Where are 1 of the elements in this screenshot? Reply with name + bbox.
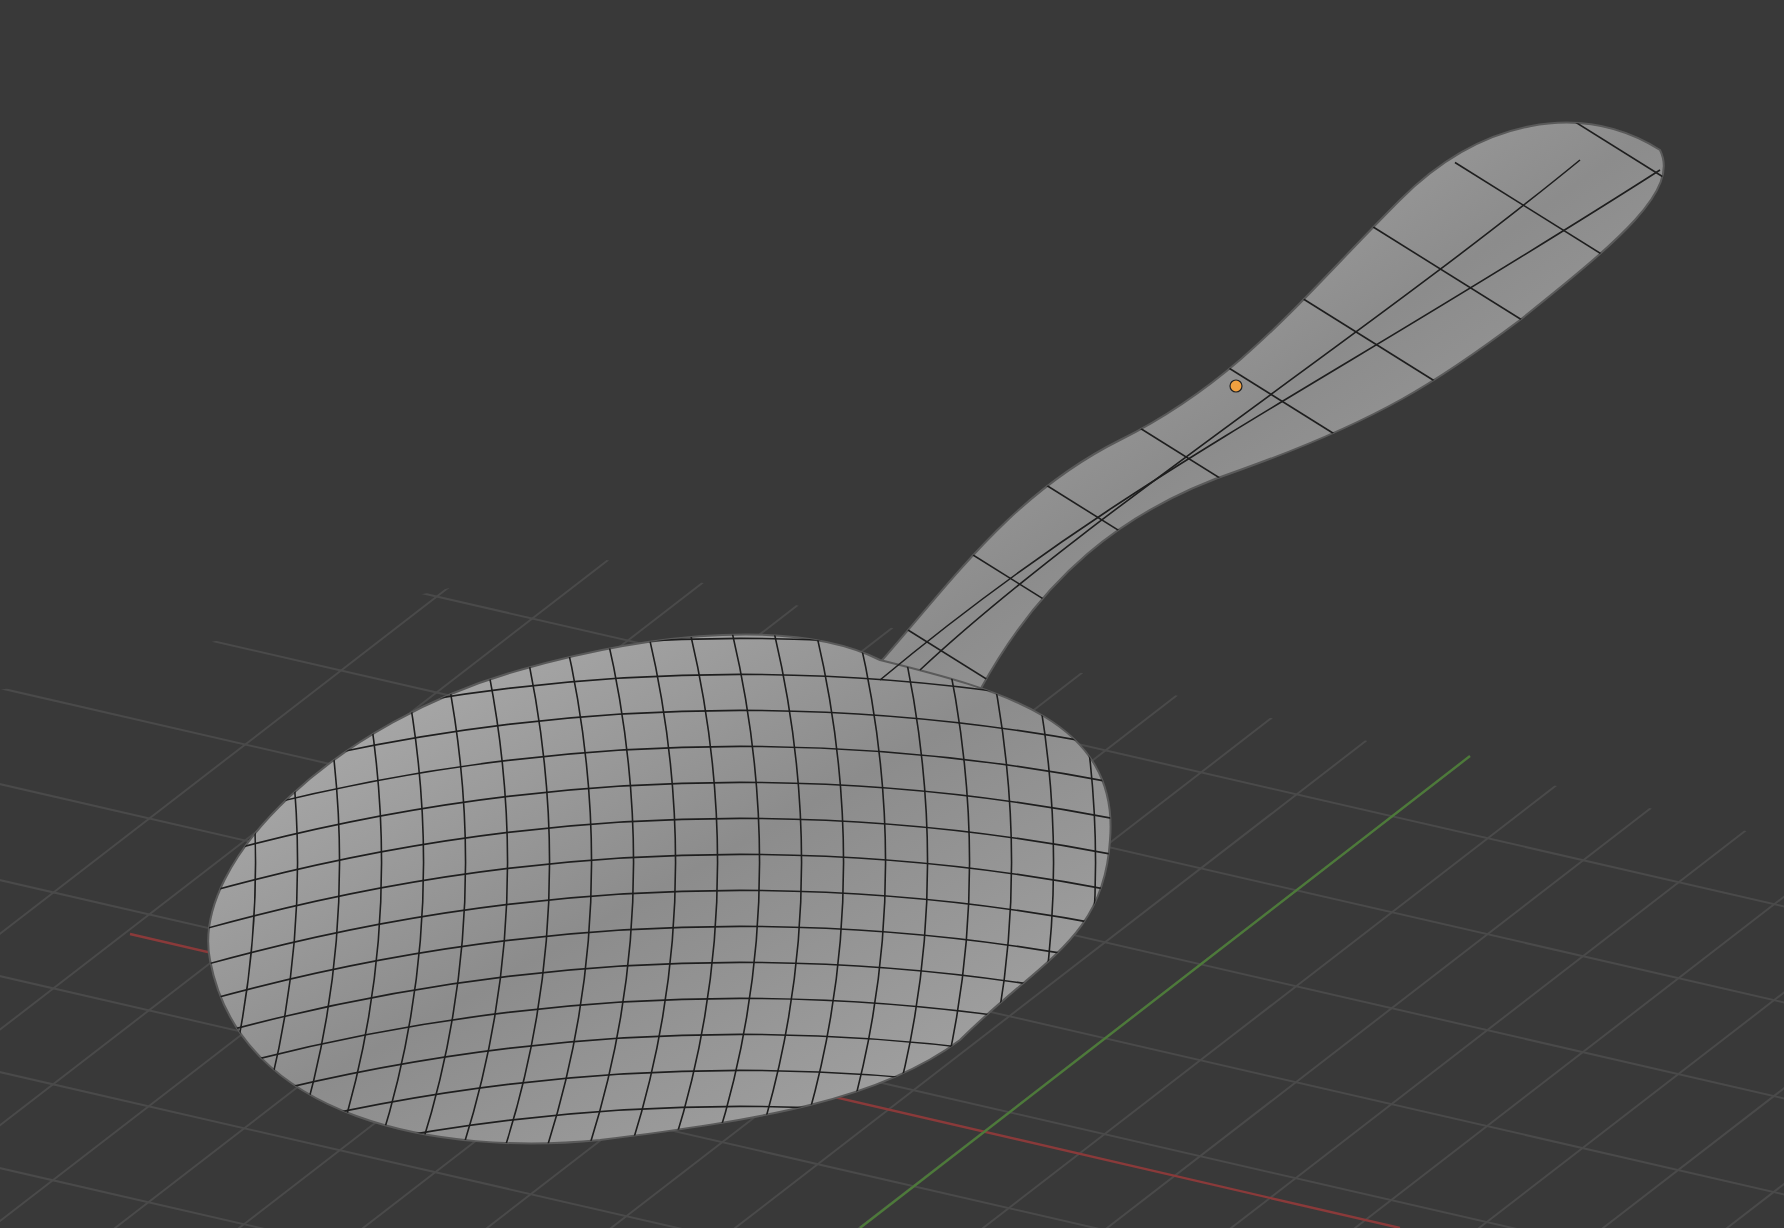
spoon-mesh-drawing[interactable] <box>207 121 1665 1145</box>
